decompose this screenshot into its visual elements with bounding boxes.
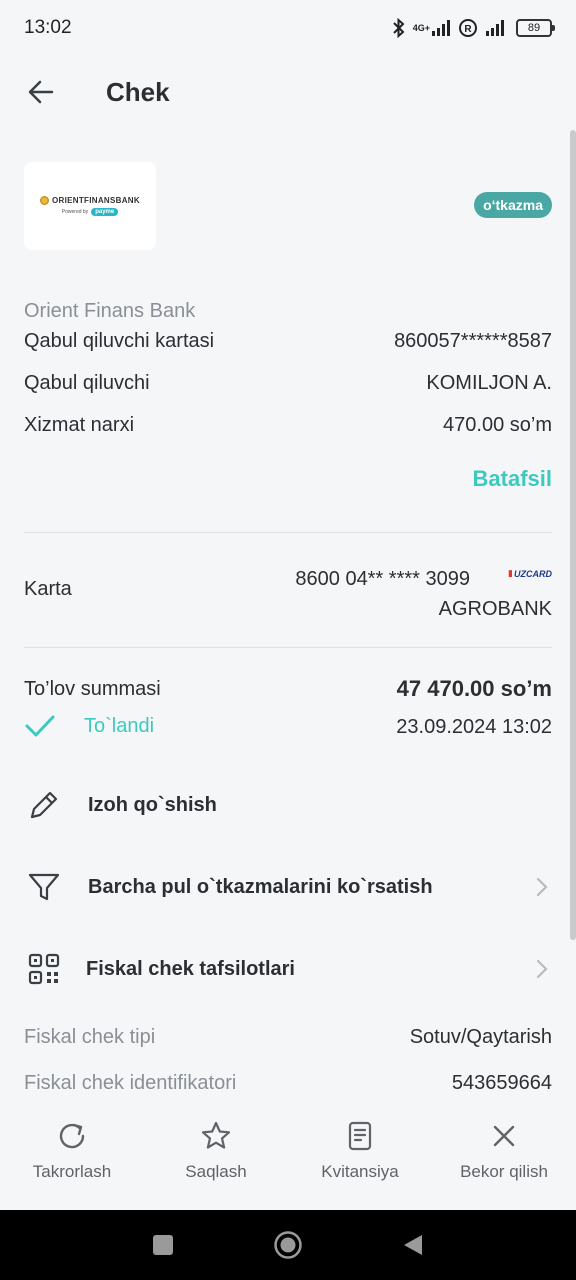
- card-brand: UZCARD: [514, 568, 552, 579]
- show-all-transfers-button[interactable]: Barcha pul o`tkazmalarini ko`rsatish: [24, 862, 552, 912]
- home-button[interactable]: [226, 1210, 351, 1280]
- uzcard-logo: ▮ UZCARD: [508, 568, 552, 579]
- qr-code-icon: [24, 949, 64, 989]
- detail-value: 860057******8587: [394, 330, 552, 352]
- transfer-type-badge: o‘tkazma: [474, 192, 552, 218]
- back-button[interactable]: [24, 75, 58, 109]
- recent-apps-button[interactable]: [101, 1210, 226, 1280]
- status-text: To`landi: [84, 714, 155, 737]
- filter-icon: [24, 867, 64, 907]
- receipt-icon: [342, 1118, 378, 1154]
- tab-label: Takrorlash: [32, 1162, 112, 1181]
- fiscal-value: Sotuv/Qaytarish: [409, 1026, 552, 1048]
- scrollbar[interactable]: [570, 130, 576, 940]
- card-bank: AGROBANK: [438, 598, 552, 620]
- battery-level: 89: [527, 22, 541, 34]
- sun-icon: [40, 196, 50, 205]
- system-back-button[interactable]: [351, 1210, 476, 1280]
- back-icon: [404, 1235, 422, 1255]
- detail-row: Xizmat narxi 470.00 so’m: [24, 414, 552, 437]
- checkmark-icon: [25, 715, 55, 737]
- tab-label: Bekor qilish: [460, 1162, 548, 1181]
- divider: [24, 647, 552, 648]
- chevron-right-icon: [532, 958, 552, 980]
- receipt-content[interactable]: ORIENTFINANSBANK Powered by payme o‘tkaz…: [0, 130, 576, 1110]
- battery-icon: 89: [516, 19, 555, 37]
- action-label: Fiskal chek tafsilotlari: [86, 957, 295, 980]
- fiscal-row: Fiskal chek identifikatori 543659664: [24, 1072, 552, 1095]
- detail-value: KOMILJON A.: [426, 372, 552, 394]
- detail-label: Xizmat narxi: [24, 414, 135, 436]
- close-icon: [486, 1118, 522, 1154]
- amount-value: 47 470.00 so’m: [396, 676, 552, 701]
- merchant-bank-name: Orient Finans Bank: [24, 300, 196, 322]
- fiscal-label: Fiskal chek identifikatori: [24, 1072, 237, 1094]
- status-icons: 4G+ R 89: [391, 18, 555, 38]
- arrow-left-icon: [28, 80, 54, 104]
- page-title: Chek: [106, 76, 170, 107]
- divider: [24, 532, 552, 533]
- status-time: 13:02: [24, 17, 72, 38]
- payme-logo: payme: [91, 208, 119, 216]
- fiscal-row: Fiskal chek tipi Sotuv/Qaytarish: [24, 1026, 552, 1049]
- amount-label: To’lov summasi: [24, 678, 161, 700]
- repeat-button[interactable]: Takrorlash: [0, 1110, 144, 1210]
- signal-icon: [484, 20, 510, 36]
- payment-datetime: 23.09.2024 13:02: [396, 716, 552, 738]
- home-icon: [274, 1231, 302, 1259]
- star-icon: [198, 1118, 234, 1154]
- system-nav-bar: [0, 1210, 576, 1280]
- app-header: Chek: [0, 60, 576, 124]
- powered-by: Powered by payme: [61, 208, 119, 216]
- detail-label: Qabul qiluvchi: [24, 372, 150, 394]
- cancel-button[interactable]: Bekor qilish: [432, 1110, 576, 1210]
- tab-label: Kvitansiya: [321, 1162, 399, 1181]
- logo-text: ORIENTFINANSBANK: [52, 196, 140, 205]
- merchant-logo: ORIENTFINANSBANK Powered by payme: [24, 162, 156, 250]
- pencil-icon: [24, 785, 64, 825]
- chevron-right-icon: [532, 876, 552, 898]
- detail-row: Qabul qiluvchi KOMILJON A.: [24, 372, 552, 395]
- add-comment-button[interactable]: Izoh qo`shish: [24, 780, 552, 830]
- detail-label: Qabul qiluvchi kartasi: [24, 330, 215, 352]
- card-label: Karta: [24, 578, 72, 600]
- card-number: 8600 04** **** 3099: [295, 568, 470, 590]
- more-details-link[interactable]: Batafsil: [473, 466, 552, 492]
- bluetooth-icon: [391, 18, 407, 38]
- fiscal-value: 543659664: [451, 1072, 552, 1094]
- svg-text:R: R: [464, 24, 472, 35]
- refresh-icon: [54, 1118, 90, 1154]
- action-label: Izoh qo`shish: [88, 793, 217, 816]
- tab-label: Saqlash: [185, 1162, 247, 1181]
- merchant-logo-name: ORIENTFINANSBANK: [40, 196, 140, 205]
- fiscal-label: Fiskal chek tipi: [24, 1026, 156, 1048]
- detail-value: 470.00 so’m: [443, 414, 552, 436]
- bottom-action-bar: Takrorlash Saqlash Kvitansiya Bekor qili…: [0, 1110, 576, 1210]
- detail-row: Qabul qiluvchi kartasi 860057******8587: [24, 330, 552, 353]
- payment-status: To`landi: [24, 713, 154, 739]
- receipt-button[interactable]: Kvitansiya: [288, 1110, 432, 1210]
- signal-icon: 4G+: [413, 20, 452, 36]
- network-type: 4G+: [412, 23, 430, 33]
- recent-apps-icon: [153, 1235, 173, 1255]
- roaming-icon: R: [458, 18, 478, 38]
- fiscal-details-button[interactable]: Fiskal chek tafsilotlari: [24, 944, 552, 994]
- action-label: Barcha pul o`tkazmalarini ko`rsatish: [88, 875, 433, 898]
- powered-by-text: Powered by: [61, 209, 89, 215]
- save-button[interactable]: Saqlash: [144, 1110, 288, 1210]
- status-bar: 13:02 4G+ R 89: [0, 0, 576, 56]
